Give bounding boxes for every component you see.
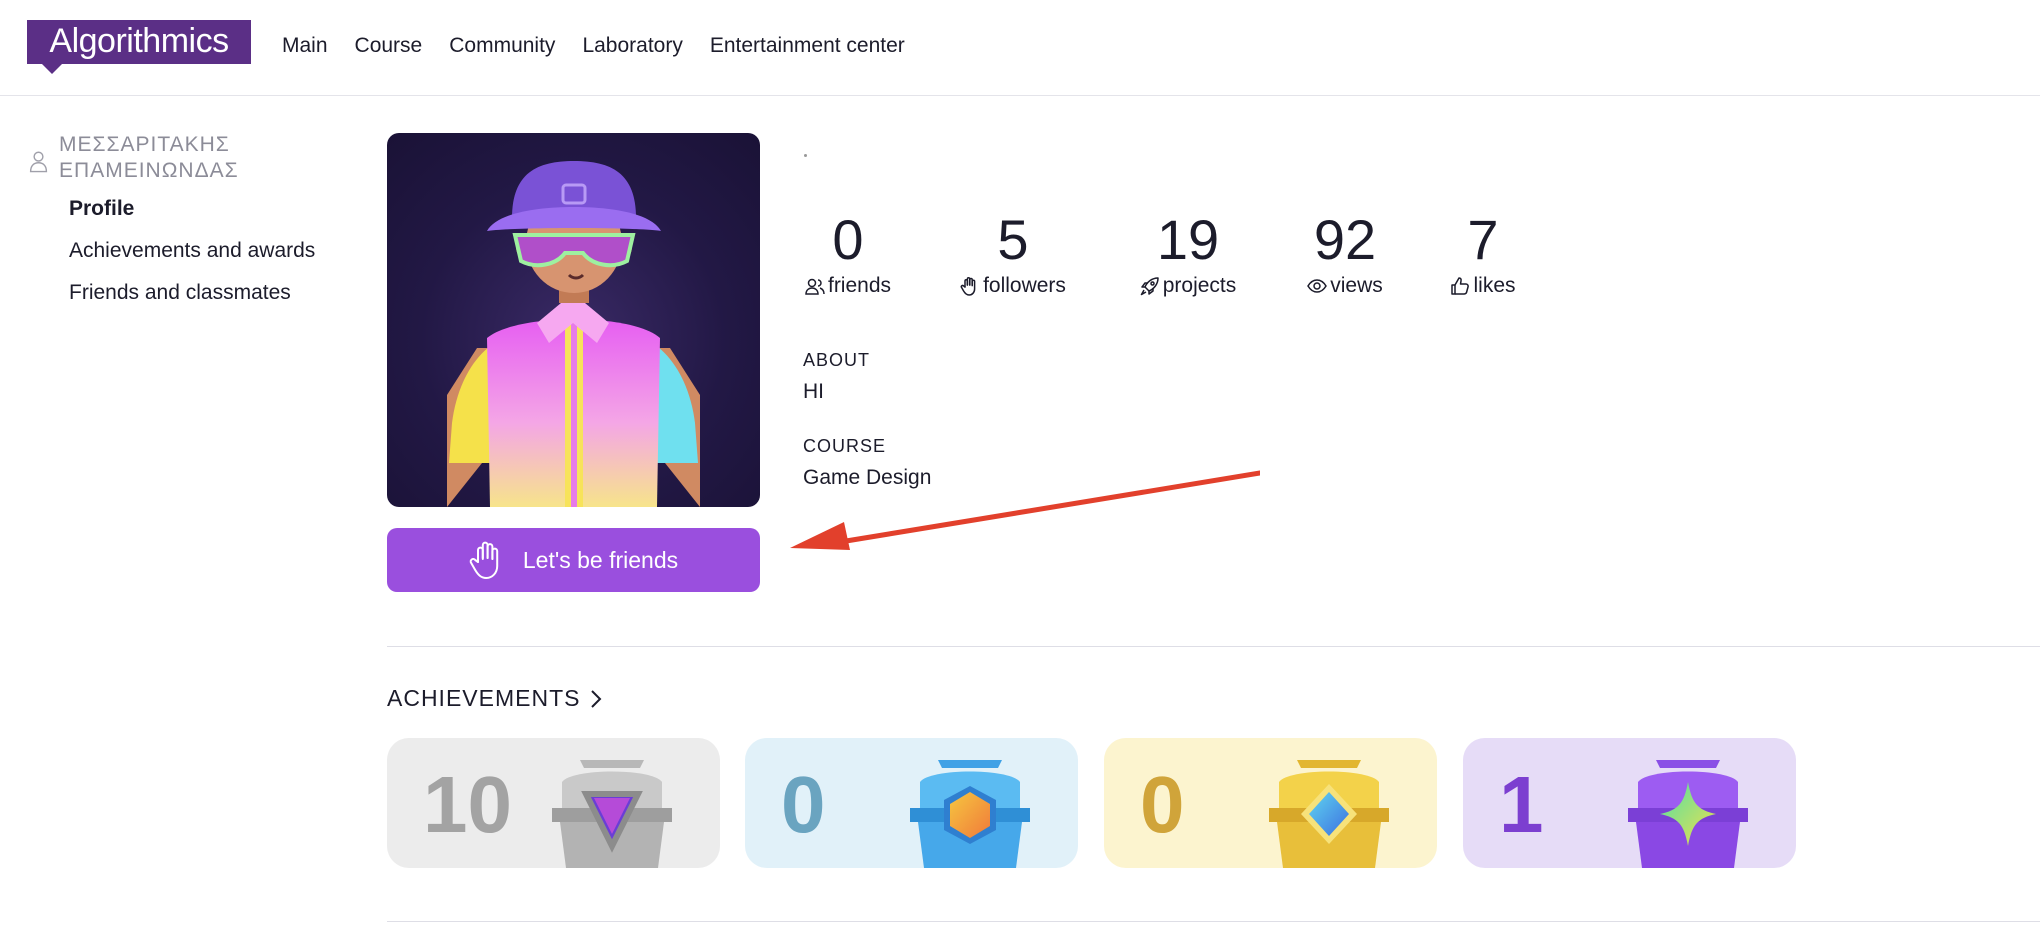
achievement-card-blue[interactable]: 0 [745,738,1078,868]
about-value: HI [803,380,824,403]
stat-followers-value: 5 [997,208,1029,271]
nav-community[interactable]: Community [449,33,555,59]
achievements-heading[interactable]: ACHIEVEMENTS [387,685,602,712]
achievement-count: 10 [423,760,512,849]
stat-views-label-row: views [1300,273,1390,299]
sidebar-item-friends[interactable]: Friends and classmates [69,280,348,306]
user-icon [29,151,48,173]
stat-friends[interactable]: 0 friends [803,207,893,299]
course-label: COURSE [803,436,887,456]
nav-course[interactable]: Course [355,33,423,59]
achievement-card-gold[interactable]: 0 [1104,738,1437,868]
logo[interactable]: Algorithmics [27,20,251,64]
rocket-icon [1140,277,1159,296]
sidebar-item-profile[interactable]: Profile [69,196,348,222]
stat-views-value: 92 [1313,208,1377,271]
achievement-card-silver[interactable]: 10 [387,738,720,868]
stat-projects-value: 19 [1156,208,1220,271]
stat-likes-label-row: likes [1448,273,1518,299]
silver-chest-icon [552,760,672,868]
sidebar-user: ΜΕΣΣΑΡΙΤΑΚΗΣ ΕΠΑΜΕΙΝΩΝΔΑΣ [28,132,348,184]
stat-projects[interactable]: 19 projects [1132,207,1244,299]
stat-friends-label: friends [827,274,892,297]
sidebar-item-achievements[interactable]: Achievements and awards [69,238,348,264]
section-divider-bottom [387,921,2040,922]
stat-friends-label-row: friends [803,273,893,299]
sidebar: ΜΕΣΣΑΡΙΤΑΚΗΣ ΕΠΑΜΕΙΝΩΝΔΑΣ Profile Achiev… [28,132,348,306]
nav-laboratory[interactable]: Laboratory [582,33,682,59]
sidebar-links: Profile Achievements and awards Friends … [69,196,348,306]
annotation-arrow [790,470,1260,550]
nav-main[interactable]: Main [282,33,328,59]
stat-followers-label-row: followers [958,273,1068,299]
stat-likes[interactable]: 7 likes [1448,207,1518,299]
achievement-count: 1 [1499,760,1544,849]
lets-be-friends-button[interactable]: Let's be friends [387,528,760,592]
stat-views-label: views [1330,274,1383,297]
user-name: ΜΕΣΣΑΡΙΤΑΚΗΣ ΕΠΑΜΕΙΝΩΝΔΑΣ [59,133,239,182]
avatar-illustration [447,161,700,507]
nav-entertainment-center[interactable]: Entertainment center [710,33,905,59]
chevron-right-icon [591,689,602,708]
friends-icon [805,278,825,295]
eye-icon [1307,279,1328,293]
logo-tail [41,63,63,74]
stat-friends-value: 0 [832,208,864,271]
hand-icon [960,277,976,296]
thumbs-up-icon [1451,277,1470,295]
profile-avatar [387,133,760,507]
stat-followers[interactable]: 5 followers [958,207,1068,299]
decorative-dot [804,154,807,157]
gold-chest-icon [1269,760,1389,868]
stat-likes-label: likes [1473,274,1516,297]
stat-likes-value: 7 [1467,208,1499,271]
section-divider [387,646,2040,647]
top-header: Algorithmics Main Course Community Labor… [0,0,2040,96]
achievements-title: ACHIEVEMENTS [387,685,581,711]
purple-chest-icon [1628,760,1748,868]
lets-be-friends-label: Let's be friends [522,546,679,573]
achievement-count: 0 [781,760,826,849]
blue-chest-icon [910,760,1030,868]
stat-projects-label: projects [1162,274,1237,297]
about-label: ABOUT [803,350,871,370]
hand-icon [469,541,499,579]
achievement-count: 0 [1140,760,1185,849]
stat-projects-label-row: projects [1132,273,1244,299]
stat-followers-label: followers [983,274,1066,297]
stat-views[interactable]: 92 views [1300,207,1390,299]
main-nav: Main Course Community Laboratory Enterta… [282,33,905,59]
achievement-card-purple[interactable]: 1 [1463,738,1796,868]
